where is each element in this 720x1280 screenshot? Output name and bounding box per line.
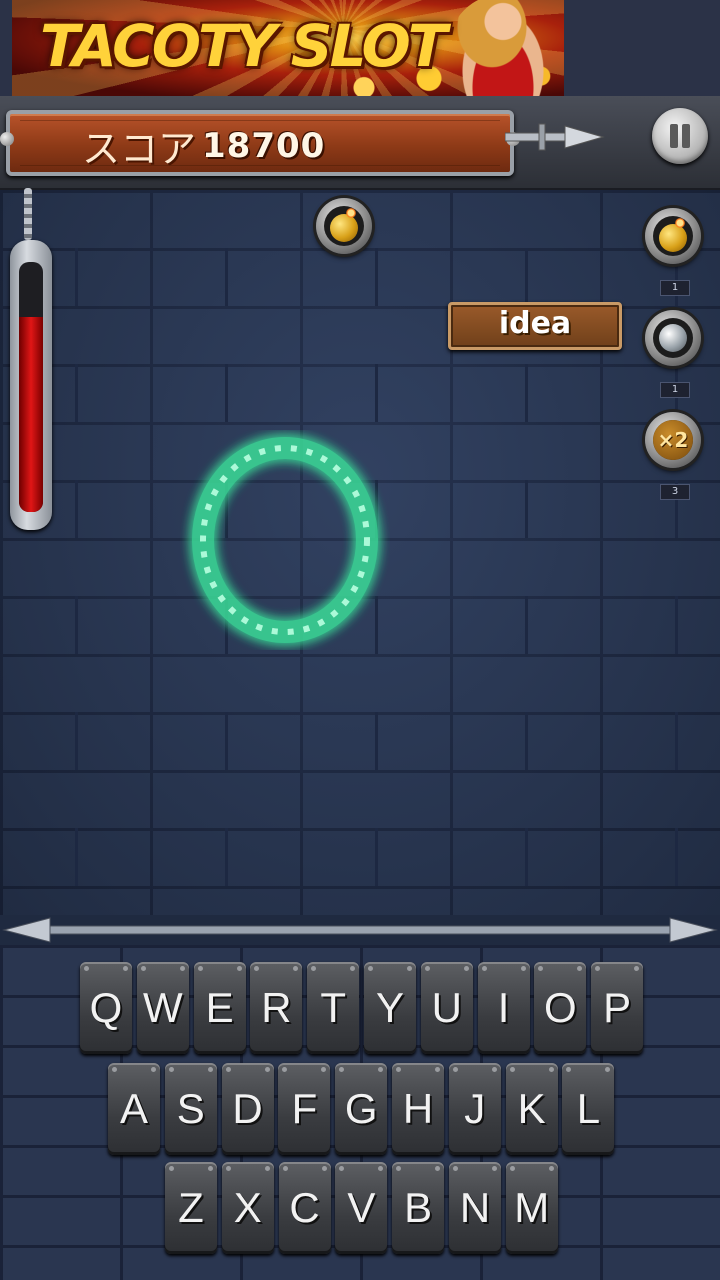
spear-icon [505, 123, 605, 151]
key-l[interactable]: L [562, 1063, 615, 1155]
score-plank: スコア 18700 [0, 110, 520, 176]
divider-rail [2, 917, 718, 943]
falling-bomb[interactable] [316, 198, 372, 254]
powerup-count: 1 [660, 382, 690, 398]
fuse-spark-icon [346, 208, 356, 218]
multiplier-x2-icon: ×2 [653, 420, 693, 460]
key-r[interactable]: R [250, 962, 303, 1054]
key-g[interactable]: G [335, 1063, 388, 1155]
key-z[interactable]: Z [165, 1162, 217, 1254]
key-n[interactable]: N [449, 1162, 501, 1254]
key-u[interactable]: U [420, 962, 473, 1054]
rivet-icon [0, 132, 14, 146]
powerup-bomb-silver[interactable] [645, 310, 701, 366]
key-d[interactable]: D [221, 1063, 274, 1155]
key-f[interactable]: F [278, 1063, 331, 1155]
powerup-multiplier[interactable]: ×2 [645, 412, 701, 468]
ad-title: TACOTY SLOT [40, 12, 447, 80]
score-label: スコア [82, 127, 197, 171]
key-a[interactable]: A [108, 1063, 160, 1155]
orb-inner: ×2 [653, 420, 693, 460]
hint-word-plank: idea [448, 302, 622, 350]
glow-ring-effect [192, 437, 378, 643]
key-o[interactable]: O [534, 962, 587, 1054]
key-y[interactable]: Y [364, 962, 416, 1054]
orb-inner [324, 206, 364, 246]
key-x[interactable]: X [221, 1162, 274, 1254]
ad-model-image [448, 0, 558, 96]
score-value: 18700 [202, 126, 326, 166]
key-e[interactable]: E [193, 962, 246, 1054]
key-c[interactable]: C [278, 1162, 331, 1254]
key-v[interactable]: V [335, 1162, 388, 1254]
time-gauge [10, 240, 52, 530]
powerup-count: 1 [660, 280, 690, 296]
key-i[interactable]: I [477, 962, 530, 1054]
key-t[interactable]: T [307, 962, 360, 1054]
ad-banner[interactable]: TACOTY SLOT [12, 0, 564, 96]
bomb-silver-icon [659, 324, 687, 352]
key-w[interactable]: W [136, 962, 189, 1054]
gauge-fill [19, 317, 43, 512]
key-q[interactable]: Q [80, 962, 132, 1054]
hint-word: idea [498, 306, 572, 341]
gauge-track [19, 262, 43, 512]
fuse-spark-icon [675, 218, 685, 228]
key-b[interactable]: B [392, 1162, 445, 1254]
pause-button[interactable] [652, 108, 708, 164]
game-header: スコア 18700 [0, 96, 720, 191]
powerup-bomb-gold[interactable] [645, 208, 701, 264]
orb-inner [653, 318, 693, 358]
bomb-gold-icon [659, 224, 687, 252]
key-m[interactable]: M [505, 1162, 558, 1254]
key-p[interactable]: P [591, 962, 644, 1054]
key-s[interactable]: S [164, 1063, 217, 1155]
chain-icon [24, 188, 32, 240]
key-k[interactable]: K [505, 1063, 558, 1155]
key-h[interactable]: H [392, 1063, 444, 1155]
powerup-count: 3 [660, 484, 690, 500]
key-j[interactable]: J [448, 1063, 501, 1155]
bomb-gold-icon [330, 214, 358, 242]
orb-inner [653, 216, 693, 256]
